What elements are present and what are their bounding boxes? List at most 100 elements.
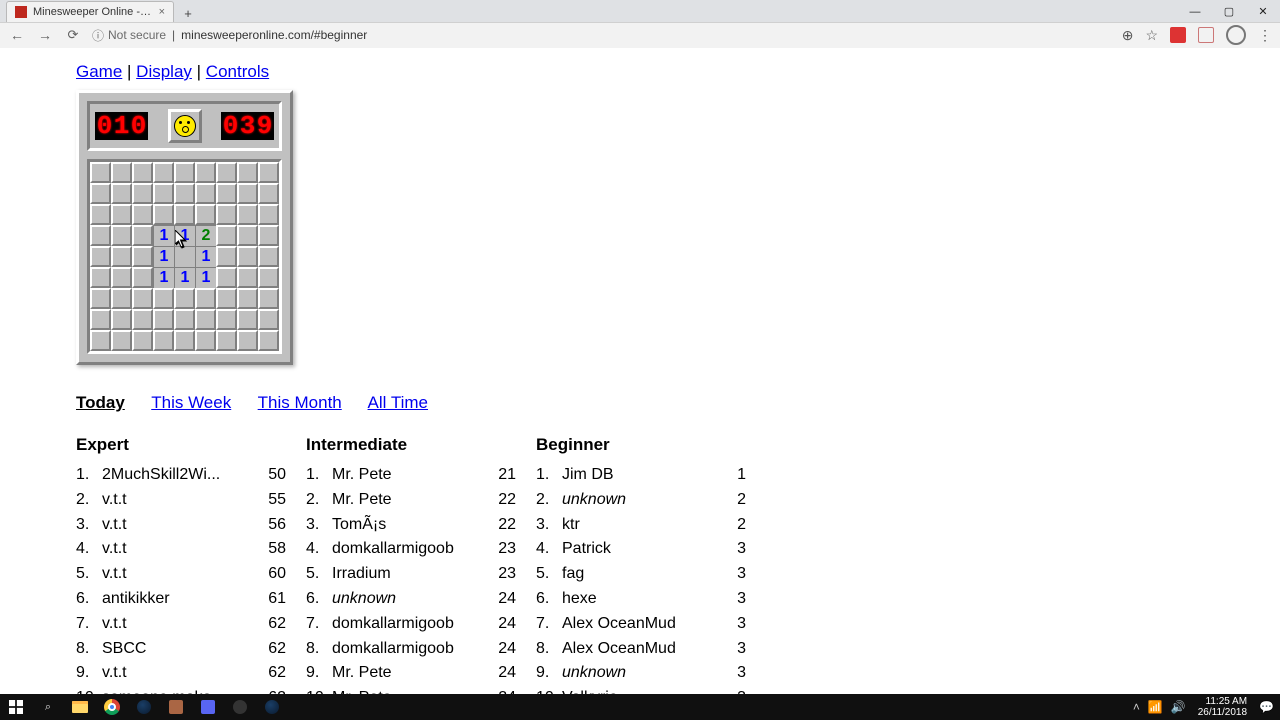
- cell-r7-c3[interactable]: [153, 309, 174, 330]
- cell-r6-c7[interactable]: [237, 288, 258, 309]
- cell-r5-c8[interactable]: [258, 267, 279, 288]
- tray-chevron-icon[interactable]: ˄: [1131, 700, 1142, 714]
- cell-r4-c3[interactable]: 1: [153, 246, 174, 267]
- cell-r5-c2[interactable]: [132, 267, 153, 288]
- cell-r8-c1[interactable]: [111, 330, 132, 351]
- lb-tab-today[interactable]: Today: [76, 393, 125, 412]
- taskbar-explorer-icon[interactable]: [64, 694, 96, 720]
- cell-r2-c6[interactable]: [216, 204, 237, 225]
- new-tab-button[interactable]: +: [178, 6, 198, 22]
- window-maximize-button[interactable]: ▢: [1212, 2, 1246, 22]
- cell-r1-c3[interactable]: [153, 183, 174, 204]
- cell-r2-c1[interactable]: [111, 204, 132, 225]
- cell-r2-c2[interactable]: [132, 204, 153, 225]
- extension-icon[interactable]: [1170, 27, 1186, 43]
- cell-r4-c7[interactable]: [237, 246, 258, 267]
- window-minimize-button[interactable]: —: [1178, 2, 1212, 22]
- cell-r4-c6[interactable]: [216, 246, 237, 267]
- cell-r5-c1[interactable]: [111, 267, 132, 288]
- minesweeper-grid[interactable]: 11211111: [90, 162, 279, 351]
- cell-r1-c6[interactable]: [216, 183, 237, 204]
- cell-r7-c2[interactable]: [132, 309, 153, 330]
- taskbar-discord-icon[interactable]: [192, 694, 224, 720]
- cell-r0-c3[interactable]: [153, 162, 174, 183]
- cell-r3-c4[interactable]: 1: [174, 225, 195, 246]
- cell-r1-c7[interactable]: [237, 183, 258, 204]
- cell-r2-c8[interactable]: [258, 204, 279, 225]
- nav-link-controls[interactable]: Controls: [206, 62, 269, 81]
- start-button[interactable]: [0, 694, 32, 720]
- taskbar-app2-icon[interactable]: [224, 694, 256, 720]
- menu-kebab-icon[interactable]: ⋮: [1258, 27, 1272, 44]
- cell-r8-c5[interactable]: [195, 330, 216, 351]
- cell-r3-c1[interactable]: [111, 225, 132, 246]
- cell-r8-c6[interactable]: [216, 330, 237, 351]
- cell-r6-c1[interactable]: [111, 288, 132, 309]
- tab-close-icon[interactable]: ×: [159, 6, 165, 18]
- cell-r0-c2[interactable]: [132, 162, 153, 183]
- cell-r3-c5[interactable]: 2: [195, 225, 216, 246]
- lb-tab-all[interactable]: All Time: [368, 393, 428, 412]
- cell-r5-c5[interactable]: 1: [195, 267, 216, 288]
- taskbar-chrome-icon[interactable]: [96, 694, 128, 720]
- cell-r8-c3[interactable]: [153, 330, 174, 351]
- cell-r5-c7[interactable]: [237, 267, 258, 288]
- cell-r3-c7[interactable]: [237, 225, 258, 246]
- taskbar-search-icon[interactable]: ⌕: [32, 694, 64, 720]
- cell-r0-c6[interactable]: [216, 162, 237, 183]
- cell-r7-c6[interactable]: [216, 309, 237, 330]
- cell-r8-c2[interactable]: [132, 330, 153, 351]
- cell-r2-c5[interactable]: [195, 204, 216, 225]
- cell-r7-c1[interactable]: [111, 309, 132, 330]
- cell-r3-c6[interactable]: [216, 225, 237, 246]
- bookmark-star-icon[interactable]: ☆: [1145, 27, 1158, 44]
- cell-r3-c8[interactable]: [258, 225, 279, 246]
- cell-r3-c0[interactable]: [90, 225, 111, 246]
- cell-r8-c4[interactable]: [174, 330, 195, 351]
- cell-r5-c6[interactable]: [216, 267, 237, 288]
- cell-r7-c5[interactable]: [195, 309, 216, 330]
- cell-r0-c7[interactable]: [237, 162, 258, 183]
- cell-r8-c8[interactable]: [258, 330, 279, 351]
- cell-r6-c2[interactable]: [132, 288, 153, 309]
- nav-forward-button[interactable]: →: [36, 27, 54, 43]
- tray-network-icon[interactable]: 📶: [1146, 700, 1165, 714]
- cell-r7-c0[interactable]: [90, 309, 111, 330]
- cell-r1-c2[interactable]: [132, 183, 153, 204]
- cell-r4-c0[interactable]: [90, 246, 111, 267]
- cell-r7-c7[interactable]: [237, 309, 258, 330]
- browser-tab[interactable]: Minesweeper Online - Play Free … ×: [6, 1, 174, 22]
- cell-r6-c0[interactable]: [90, 288, 111, 309]
- cell-r1-c5[interactable]: [195, 183, 216, 204]
- cell-r6-c5[interactable]: [195, 288, 216, 309]
- lb-tab-month[interactable]: This Month: [258, 393, 342, 412]
- cell-r3-c3[interactable]: 1: [153, 225, 174, 246]
- cell-r0-c5[interactable]: [195, 162, 216, 183]
- cell-r6-c6[interactable]: [216, 288, 237, 309]
- cell-r2-c7[interactable]: [237, 204, 258, 225]
- cell-r0-c8[interactable]: [258, 162, 279, 183]
- cell-r0-c4[interactable]: [174, 162, 195, 183]
- cell-r4-c8[interactable]: [258, 246, 279, 267]
- cell-r4-c5[interactable]: 1: [195, 246, 216, 267]
- lb-tab-week[interactable]: This Week: [151, 393, 231, 412]
- cell-r2-c3[interactable]: [153, 204, 174, 225]
- cell-r1-c8[interactable]: [258, 183, 279, 204]
- tray-notifications-icon[interactable]: 💬: [1257, 700, 1276, 714]
- tray-volume-icon[interactable]: 🔊: [1169, 700, 1188, 714]
- cell-r2-c0[interactable]: [90, 204, 111, 225]
- cell-r8-c0[interactable]: [90, 330, 111, 351]
- face-button[interactable]: [168, 109, 202, 143]
- cell-r1-c0[interactable]: [90, 183, 111, 204]
- nav-reload-button[interactable]: ⟳: [64, 27, 82, 43]
- cell-r6-c8[interactable]: [258, 288, 279, 309]
- cell-r7-c4[interactable]: [174, 309, 195, 330]
- nav-back-button[interactable]: ←: [8, 27, 26, 43]
- cell-r7-c8[interactable]: [258, 309, 279, 330]
- cell-r1-c4[interactable]: [174, 183, 195, 204]
- taskbar-app3-icon[interactable]: [256, 694, 288, 720]
- cell-r1-c1[interactable]: [111, 183, 132, 204]
- nav-link-game[interactable]: Game: [76, 62, 122, 81]
- cell-r3-c2[interactable]: [132, 225, 153, 246]
- taskbar-app1-icon[interactable]: [160, 694, 192, 720]
